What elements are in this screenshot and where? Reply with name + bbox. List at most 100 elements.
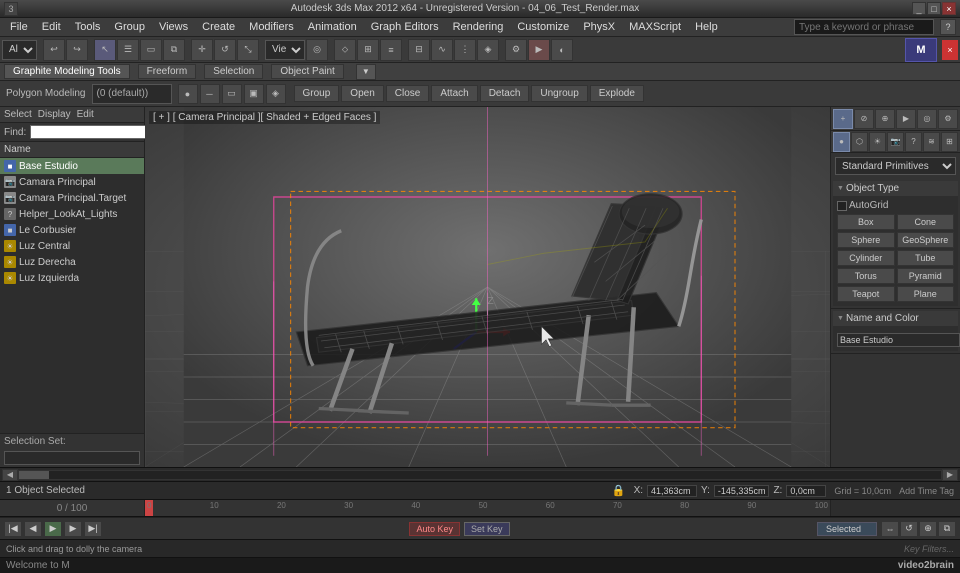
tab-selection[interactable]: Selection — [204, 64, 263, 79]
cameras-button[interactable]: 📷 — [887, 132, 904, 152]
menu-physx[interactable]: PhysX — [577, 20, 621, 34]
select-and-place-button[interactable]: ⬦ — [334, 39, 356, 61]
y-value[interactable]: -145,335cm — [714, 485, 770, 497]
scroll-left-button[interactable]: ◀ — [2, 469, 18, 481]
systems-button[interactable]: ⊞ — [941, 132, 958, 152]
display-tab[interactable]: ◎ — [917, 109, 937, 129]
attach-button[interactable]: Attach — [431, 85, 477, 102]
use-center-button[interactable]: ◎ — [306, 39, 328, 61]
spacewarps-button[interactable]: ≋ — [923, 132, 940, 152]
set-key-button[interactable]: Set Key — [464, 522, 510, 536]
move-button[interactable]: ✛ — [191, 39, 213, 61]
scroll-thumb[interactable] — [19, 471, 49, 479]
scroll-right-button[interactable]: ▶ — [942, 469, 958, 481]
z-value[interactable]: 0,0cm — [786, 485, 826, 497]
next-frame-button[interactable]: ▶ — [64, 521, 82, 537]
close-button[interactable]: Close — [386, 85, 430, 102]
tab-object-paint[interactable]: Object Paint — [271, 64, 343, 79]
motion-tab[interactable]: ▶ — [896, 109, 916, 129]
go-to-start-button[interactable]: |◀ — [4, 521, 22, 537]
explode-button[interactable]: Explode — [590, 85, 644, 102]
help-button[interactable]: ? — [940, 19, 956, 35]
element-icon[interactable]: ◈ — [266, 84, 286, 104]
menu-views[interactable]: Views — [153, 20, 194, 34]
scale-button[interactable]: ⤡ — [237, 39, 259, 61]
nav-pan-button[interactable]: ⇔ — [881, 521, 899, 537]
undo-button[interactable]: ↩ — [43, 39, 65, 61]
menu-graph-editors[interactable]: Graph Editors — [365, 20, 445, 34]
menu-tools[interactable]: Tools — [69, 20, 107, 34]
prev-frame-button[interactable]: ◀ — [24, 521, 42, 537]
level-dropdown[interactable]: (0 (default)) — [92, 84, 172, 104]
create-tab[interactable]: + — [833, 109, 853, 129]
edit-nav[interactable]: Edit — [77, 109, 94, 120]
menu-maxscript[interactable]: MAXScript — [623, 20, 687, 34]
selection-set-input[interactable] — [4, 451, 140, 465]
activeshade-button[interactable]: ◐ — [551, 39, 573, 61]
close-viewport-button[interactable]: × — [942, 40, 958, 60]
redo-button[interactable]: ↪ — [66, 39, 88, 61]
vertex-icon[interactable]: ● — [178, 84, 198, 104]
tab-graphite-modeling[interactable]: Graphite Modeling Tools — [4, 64, 130, 79]
rotate-button[interactable]: ↺ — [214, 39, 236, 61]
key-filters[interactable]: Key Filters... — [904, 544, 954, 554]
scene-item-7[interactable]: ☀Luz Izquierda — [0, 270, 144, 286]
close-button[interactable]: × — [942, 2, 956, 15]
pyramid-button[interactable]: Pyramid — [897, 268, 955, 284]
scene-item-1[interactable]: 📷Camara Principal — [0, 174, 144, 190]
menu-file[interactable]: File — [4, 20, 34, 34]
play-button[interactable]: ▶ — [44, 521, 62, 537]
menu-rendering[interactable]: Rendering — [447, 20, 510, 34]
lights-button[interactable]: ☀ — [869, 132, 886, 152]
mirror-button[interactable]: ⊞ — [357, 39, 379, 61]
reference-coord-dropdown[interactable]: View — [265, 40, 305, 60]
material-editor-button[interactable]: ◈ — [477, 39, 499, 61]
scene-item-0[interactable]: ■Base Estudio — [0, 158, 144, 174]
layer-button[interactable]: ⊟ — [408, 39, 430, 61]
scene-item-5[interactable]: ☀Luz Central — [0, 238, 144, 254]
scene-item-6[interactable]: ☀Luz Derecha — [0, 254, 144, 270]
object-name-input[interactable] — [837, 333, 960, 347]
name-color-header[interactable]: Name and Color — [833, 311, 958, 326]
viewport-canvas[interactable]: Z — [145, 107, 830, 467]
border-icon[interactable]: ▭ — [222, 84, 242, 104]
maximize-button[interactable]: □ — [927, 2, 941, 15]
menu-group[interactable]: Group — [108, 20, 151, 34]
polygon-icon[interactable]: ▣ — [244, 84, 264, 104]
open-button[interactable]: Open — [341, 85, 383, 102]
menu-help[interactable]: Help — [689, 20, 724, 34]
scene-item-4[interactable]: ■Le Corbusier — [0, 222, 144, 238]
cylinder-button[interactable]: Cylinder — [837, 250, 895, 266]
object-type-header[interactable]: Object Type — [833, 181, 958, 196]
graphite-options-button[interactable]: ▼ — [356, 64, 376, 80]
modify-tab[interactable]: ⊘ — [854, 109, 874, 129]
shapes-button[interactable]: ⬡ — [851, 132, 868, 152]
torus-button[interactable]: Torus — [837, 268, 895, 284]
cone-button[interactable]: Cone — [897, 214, 955, 230]
object-category-dropdown[interactable]: Standard Primitives — [835, 157, 956, 175]
plane-button[interactable]: Plane — [897, 286, 955, 302]
edge-icon[interactable]: ─ — [200, 84, 220, 104]
minimize-button[interactable]: _ — [912, 2, 926, 15]
selected-display[interactable]: Selected — [817, 522, 877, 536]
scene-item-3[interactable]: ?Helper_LookAt_Lights — [0, 206, 144, 222]
align-button[interactable]: ≡ — [380, 39, 402, 61]
render-production-button[interactable]: ▶ — [528, 39, 550, 61]
nav-orbit-button[interactable]: ↺ — [900, 521, 918, 537]
nav-zoom-button[interactable]: ⊕ — [919, 521, 937, 537]
scroll-track[interactable] — [18, 470, 942, 480]
menu-animation[interactable]: Animation — [302, 20, 363, 34]
render-setup-button[interactable]: ⚙ — [505, 39, 527, 61]
menu-modifiers[interactable]: Modifiers — [243, 20, 300, 34]
timeline-track[interactable]: 0 10 20 30 40 50 60 70 80 90 100 — [145, 500, 830, 516]
autogrid-checkbox[interactable] — [837, 201, 847, 211]
tube-button[interactable]: Tube — [897, 250, 955, 266]
geometry-button[interactable]: ● — [833, 132, 850, 152]
select-by-name-button[interactable]: ☰ — [117, 39, 139, 61]
menu-customize[interactable]: Customize — [511, 20, 575, 34]
group-button[interactable]: Group — [294, 85, 340, 102]
box-button[interactable]: Box — [837, 214, 895, 230]
viewport[interactable]: [ + ] [ Camera Principal ][ Shaded + Edg… — [145, 107, 830, 467]
display-nav[interactable]: Display — [38, 109, 71, 120]
select-nav[interactable]: Select — [4, 109, 32, 120]
